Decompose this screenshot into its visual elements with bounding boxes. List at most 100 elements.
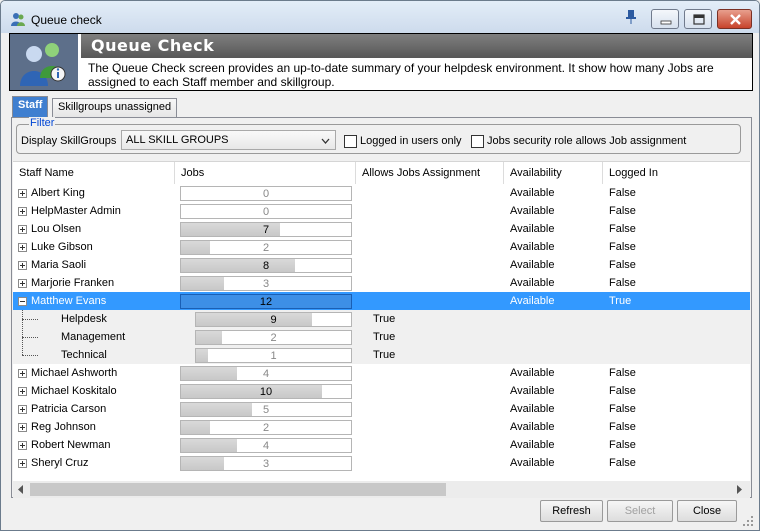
staff-name: Sheryl Cruz [31,457,89,469]
availability-value: Available [510,241,555,253]
tree-connector [22,319,38,320]
jobs-count: 4 [262,440,270,452]
column-header-availability[interactable]: Availability [504,162,603,184]
skillgroup-name: Helpdesk [61,313,107,325]
staff-row[interactable]: Luke Gibson 2 Available False [13,238,750,256]
availability-value: Available [510,457,555,469]
expand-icon[interactable] [18,261,27,270]
staff-name: Marjorie Franken [31,277,115,289]
staff-name: HelpMaster Admin [31,205,121,217]
scroll-left-icon[interactable] [17,485,25,494]
display-skillgroups-label: Display SkillGroups [21,135,117,147]
window-title: Queue check [31,13,102,27]
skillgroup-name: Management [61,331,126,343]
expand-icon[interactable] [18,423,27,432]
expand-icon[interactable] [18,225,27,234]
jobs-progress-bar: 4 [180,366,352,381]
logged-in-value: False [609,259,636,271]
staff-row[interactable]: Michael Koskitalo 10 Available False [13,382,750,400]
logged-in-value: False [609,439,636,451]
logged-in-value: False [609,205,636,217]
tree-connector [22,337,38,338]
security-role-checkbox[interactable] [471,135,484,148]
logged-in-value: False [609,223,636,235]
expand-icon[interactable] [18,369,27,378]
select-button[interactable]: Select [607,500,673,522]
availability-value: Available [510,367,555,379]
expand-icon[interactable] [18,279,27,288]
availability-value: Available [510,421,555,433]
resize-grip-icon[interactable] [741,514,755,528]
tab-staff[interactable]: Staff [12,96,49,117]
logged-in-value: False [609,457,636,469]
jobs-count: 12 [259,296,273,308]
availability-value: Available [510,259,555,271]
availability-value: Available [510,295,555,307]
skillgroups-dropdown[interactable]: ALL SKILL GROUPS [121,130,336,150]
title-bar[interactable]: Queue check [1,1,759,33]
staff-row[interactable]: HelpMaster Admin 0 Available False [13,202,750,220]
jobs-count: 0 [262,188,270,200]
skillgroups-dropdown-value: ALL SKILL GROUPS [126,134,229,146]
scroll-right-icon[interactable] [735,485,743,494]
allows-assignment-value: True [373,313,396,325]
column-header-logged-in[interactable]: Logged In [603,162,750,184]
close-window-button[interactable] [717,9,752,29]
horizontal-scrollbar[interactable] [13,481,750,498]
staff-group-icon [20,43,66,86]
staff-row[interactable]: Reg Johnson 2 Available False [13,418,750,436]
skillgroup-row[interactable]: Management 2 True [13,328,750,346]
jobs-progress-bar: 2 [195,330,352,345]
expand-icon[interactable] [18,459,27,468]
maximize-button[interactable] [684,9,712,29]
availability-value: Available [510,439,555,451]
staff-row[interactable]: Matthew Evans 12 Available True [13,292,750,310]
expand-icon[interactable] [18,441,27,450]
jobs-count: 5 [262,404,270,416]
refresh-button[interactable]: Refresh [540,500,603,522]
jobs-count: 4 [262,368,270,380]
jobs-progress-bar: 9 [195,312,352,327]
logged-in-only-checkbox[interactable] [344,135,357,148]
jobs-progress-bar: 5 [180,402,352,417]
column-header-staff-name[interactable]: Staff Name [13,162,175,184]
skillgroup-row[interactable]: Technical 1 True [13,346,750,364]
scrollbar-thumb[interactable] [30,483,446,496]
staff-name: Patricia Carson [31,403,107,415]
minimize-icon [660,20,672,25]
expand-icon[interactable] [18,405,27,414]
jobs-progress-bar: 3 [180,456,352,471]
staff-row[interactable]: Maria Saoli 8 Available False [13,256,750,274]
availability-value: Available [510,223,555,235]
close-button[interactable]: Close [677,500,737,522]
logged-in-only-label: Logged in users only [360,135,462,147]
staff-row[interactable]: Patricia Carson 5 Available False [13,400,750,418]
minimize-button[interactable] [651,9,679,29]
allows-assignment-value: True [373,349,396,361]
expand-icon[interactable] [18,243,27,252]
availability-value: Available [510,385,555,397]
logged-in-value: False [609,385,636,397]
column-header-jobs[interactable]: Jobs [175,162,356,184]
tab-skillgroups-unassigned[interactable]: Skillgroups unassigned [52,98,178,117]
skillgroup-row[interactable]: Helpdesk 9 True [13,310,750,328]
staff-row[interactable]: Robert Newman 4 Available False [13,436,750,454]
column-header-allows-jobs-assignment[interactable]: Allows Jobs Assignment [356,162,504,184]
expand-icon[interactable] [18,387,27,396]
jobs-progress-bar: 8 [180,258,352,273]
staff-tab-panel: Filter Display SkillGroups ALL SKILL GRO… [11,117,752,498]
jobs-progress-bar: 4 [180,438,352,453]
staff-row[interactable]: Sheryl Cruz 3 Available False [13,454,750,472]
staff-row[interactable]: Albert King 0 Available False [13,184,750,202]
jobs-progress-bar: 2 [180,240,352,255]
staff-row[interactable]: Michael Ashworth 4 Available False [13,364,750,382]
expand-icon[interactable] [18,207,27,216]
banner-heading-bar: Queue Check [78,34,752,58]
collapse-icon[interactable] [18,297,27,306]
staff-row[interactable]: Lou Olsen 7 Available False [13,220,750,238]
expand-icon[interactable] [18,189,27,198]
pin-icon[interactable] [625,9,637,25]
banner-icon-box [10,34,78,90]
staff-row[interactable]: Marjorie Franken 3 Available False [13,274,750,292]
logged-in-value: False [609,367,636,379]
